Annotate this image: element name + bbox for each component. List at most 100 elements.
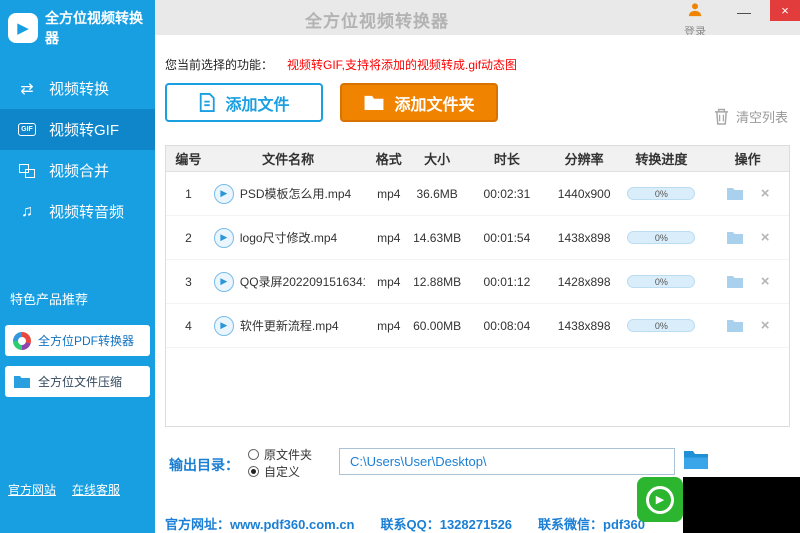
sidebar-item-label: 视频转音频 (49, 201, 124, 222)
folder-icon (363, 94, 385, 111)
notice-prefix: 您当前选择的功能： (165, 58, 273, 72)
cell-no: 3 (166, 275, 211, 289)
col-header-format: 格式 (365, 149, 412, 168)
clear-list-button[interactable]: 清空列表 (714, 107, 788, 126)
browse-folder-button[interactable] (683, 449, 709, 475)
add-file-label: 添加文件 (225, 91, 289, 115)
official-url[interactable]: 官方网址：www.pdf360.com.cn (165, 514, 355, 533)
col-header-no: 编号 (166, 149, 211, 168)
table-row[interactable]: 4 ▶ 软件更新流程.mp4 mp4 60.00MB 00:08:04 1438… (166, 304, 789, 348)
remove-row-icon[interactable]: × (761, 318, 770, 333)
login-button[interactable]: 登录 (678, 2, 712, 39)
document-icon (198, 92, 216, 113)
file-compress-button[interactable]: 全方位文件压缩 (5, 366, 150, 397)
pdf-converter-button[interactable]: 全方位PDF转换器 (5, 325, 150, 356)
official-site-link[interactable]: 官方网站 (8, 481, 56, 498)
convert-icon: ⇄ (16, 79, 38, 99)
gif-icon: GIF (16, 123, 38, 136)
output-dir-label: 输出目录： (169, 455, 239, 475)
filename-text: QQ录屏20220915163414.m (240, 273, 366, 290)
cell-operations: × (706, 318, 789, 333)
sidebar-item-label: 视频合并 (49, 160, 109, 181)
add-folder-label: 添加文件夹 (394, 91, 474, 115)
sidebar-item-label: 视频转GIF (49, 119, 119, 140)
sidebar-item-label: 视频转换 (49, 78, 109, 99)
sidebar-menu: ⇄ 视频转换 GIF 视频转GIF 视频合并 ♫ 视频转音频 (0, 68, 155, 232)
play-icon[interactable]: ▶ (214, 272, 234, 292)
folder-compress-icon (13, 375, 31, 389)
filename-text: logo尺寸修改.mp4 (240, 229, 337, 246)
open-folder-icon[interactable] (726, 319, 744, 333)
trash-icon (714, 108, 729, 125)
sidebar-item-video-to-audio[interactable]: ♫ 视频转音频 (0, 191, 155, 232)
app-logo-icon: ▶ (8, 13, 38, 43)
play-icon[interactable]: ▶ (214, 316, 234, 336)
close-button[interactable]: × (770, 0, 800, 21)
logo-play-glyph: ▶ (17, 19, 29, 37)
cell-resolution: 1438x898 (552, 319, 617, 333)
open-folder-icon[interactable] (726, 187, 744, 201)
output-path-input[interactable] (339, 448, 675, 475)
contact-footer: 官方网址：www.pdf360.com.cn 联系QQ：1328271526 联… (165, 514, 645, 533)
add-file-button[interactable]: 添加文件 (165, 83, 323, 122)
notice-text: 视频转GIF,支持将添加的视频转成.gif动态图 (287, 58, 517, 72)
cell-progress: 0% (617, 319, 707, 332)
browse-folder-icon (683, 449, 709, 470)
window-title: 全方位视频转换器 (305, 7, 449, 32)
cell-resolution: 1428x898 (552, 275, 617, 289)
sidebar-item-video-to-gif[interactable]: GIF 视频转GIF (0, 109, 155, 150)
cell-operations: × (706, 230, 789, 245)
progress-bar: 0% (627, 231, 695, 244)
clear-list-label: 清空列表 (736, 107, 788, 126)
contact-wechat: 联系微信：pdf360 (538, 514, 645, 533)
add-folder-button[interactable]: 添加文件夹 (340, 83, 498, 122)
start-play-icon: ▶ (646, 486, 674, 514)
output-options: 原文件夹 自定义 (248, 446, 312, 480)
user-icon (687, 2, 703, 17)
sidebar-footer-links: 官方网站 在线客服 (8, 481, 120, 498)
filename-text: PSD模板怎么用.mp4 (240, 185, 351, 202)
start-convert-button[interactable]: ▶ (637, 477, 683, 522)
featured-products-title: 特色产品推荐 (10, 289, 88, 308)
table-row[interactable]: 3 ▶ QQ录屏20220915163414.m mp4 12.88MB 00:… (166, 260, 789, 304)
col-header-resolution: 分辨率 (552, 149, 617, 168)
col-header-operation: 操作 (706, 149, 789, 168)
merge-icon (16, 164, 38, 178)
table-row[interactable]: 1 ▶ PSD模板怎么用.mp4 mp4 36.6MB 00:02:31 144… (166, 172, 789, 216)
remove-row-icon[interactable]: × (761, 274, 770, 289)
cell-format: mp4 (365, 319, 412, 333)
cell-operations: × (706, 186, 789, 201)
cell-no: 1 (166, 187, 211, 201)
radio-custom[interactable]: 自定义 (248, 463, 312, 480)
titlebar: 全方位视频转换器 登录 — × (155, 0, 800, 35)
online-support-link[interactable]: 在线客服 (72, 481, 120, 498)
open-folder-icon[interactable] (726, 275, 744, 289)
col-header-progress: 转换进度 (617, 149, 707, 168)
progress-bar: 0% (627, 319, 695, 332)
remove-row-icon[interactable]: × (761, 186, 770, 201)
filename-text: 软件更新流程.mp4 (240, 317, 339, 334)
cell-no: 2 (166, 231, 211, 245)
radio-circle-checked[interactable] (248, 466, 259, 477)
open-folder-icon[interactable] (726, 231, 744, 245)
table-row[interactable]: 2 ▶ logo尺寸修改.mp4 mp4 14.63MB 00:01:54 14… (166, 216, 789, 260)
pdf-converter-icon (13, 332, 31, 350)
sidebar-item-video-convert[interactable]: ⇄ 视频转换 (0, 68, 155, 109)
play-icon[interactable]: ▶ (214, 228, 234, 248)
cell-no: 4 (166, 319, 211, 333)
cell-duration: 00:02:31 (462, 187, 552, 201)
cell-filename: ▶ QQ录屏20220915163414.m (211, 272, 366, 292)
file-table: 编号 文件名称 格式 大小 时长 分辨率 转换进度 操作 1 ▶ PSD模板怎么… (165, 145, 790, 427)
cell-size: 14.63MB (412, 231, 462, 245)
cell-operations: × (706, 274, 789, 289)
sidebar-item-video-merge[interactable]: 视频合并 (0, 150, 155, 191)
radio-circle[interactable] (248, 449, 259, 460)
cell-filename: ▶ 软件更新流程.mp4 (211, 316, 366, 336)
product-label: 全方位文件压缩 (38, 373, 122, 390)
cell-size: 60.00MB (412, 319, 462, 333)
play-icon[interactable]: ▶ (214, 184, 234, 204)
radio-original-folder[interactable]: 原文件夹 (248, 446, 312, 463)
remove-row-icon[interactable]: × (761, 230, 770, 245)
black-overlay-box (683, 477, 800, 533)
minimize-button[interactable]: — (732, 2, 756, 22)
